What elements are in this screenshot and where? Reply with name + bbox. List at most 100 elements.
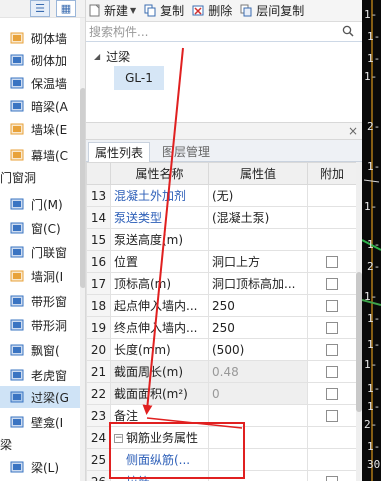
row-number: 26 bbox=[86, 470, 111, 481]
table-row[interactable]: 22 截面面积(m²) 0 bbox=[86, 382, 356, 405]
sidebar-item-strip-hole[interactable]: 带形洞 bbox=[0, 314, 80, 336]
curtain-wall-icon bbox=[10, 149, 24, 161]
table-row[interactable]: 21 截面周长(m) 0.48 bbox=[86, 360, 356, 383]
extra-checkbox[interactable] bbox=[326, 410, 338, 422]
sidebar-item-label: 门联窗 bbox=[31, 245, 68, 260]
strip-window-icon bbox=[10, 295, 24, 307]
table-row[interactable]: 13 混凝土外加剂 (无) bbox=[86, 184, 356, 207]
extra-checkbox[interactable] bbox=[326, 278, 338, 290]
wall-pier-icon bbox=[10, 123, 24, 135]
property-value[interactable] bbox=[208, 228, 308, 251]
nav-group-header[interactable]: 门窗洞 bbox=[0, 168, 80, 188]
component-tree: ◢ 过梁 GL-1 bbox=[86, 42, 362, 122]
close-icon[interactable]: × bbox=[348, 123, 358, 139]
extra-cell bbox=[307, 184, 356, 207]
sidebar-item-curtain-wall[interactable]: 幕墙(C bbox=[0, 144, 80, 166]
sidebar-item-dormer-window[interactable]: 老虎窗 bbox=[0, 364, 80, 386]
property-value[interactable]: 洞口上方 bbox=[208, 250, 308, 273]
property-name-text: 顶标高(m) bbox=[114, 277, 172, 291]
sidebar-item-niche[interactable]: 壁龛(I bbox=[0, 411, 80, 433]
niche-icon bbox=[10, 416, 24, 428]
canvas-label: 1- bbox=[367, 238, 381, 251]
grid-header-extra: 附加 bbox=[307, 162, 356, 185]
new-button[interactable]: 新建 ▼ bbox=[88, 2, 136, 19]
property-name-text: 终点伸入墙内... bbox=[114, 321, 198, 335]
sidebar-item-wall-reinforce[interactable]: 砌体加 bbox=[0, 49, 80, 71]
canvas-label: 1- bbox=[364, 8, 378, 21]
chevron-down-icon: ▼ bbox=[130, 6, 137, 15]
row-number: 25 bbox=[86, 448, 111, 471]
property-value[interactable]: 250 bbox=[208, 294, 308, 317]
canvas-label: 1- bbox=[367, 400, 381, 413]
tab-properties[interactable]: 属性列表 bbox=[88, 142, 151, 162]
door-icon bbox=[10, 198, 24, 210]
table-row[interactable]: 14 泵送类型 (混凝土泵) bbox=[86, 206, 356, 229]
nav-group-header[interactable]: 梁 bbox=[0, 435, 80, 455]
table-row[interactable]: 19 终点伸入墙内... 250 bbox=[86, 316, 356, 339]
panel-divider: × bbox=[86, 122, 362, 140]
table-row[interactable]: 20 长度(mm) (500) bbox=[86, 338, 356, 361]
sidebar-item-beam[interactable]: 梁(L) bbox=[0, 456, 80, 478]
table-row[interactable]: 16 位置 洞口上方 bbox=[86, 250, 356, 273]
floor-copy-button[interactable]: 层间复制 bbox=[240, 2, 304, 19]
sidebar-item-door-window[interactable]: 门联窗 bbox=[0, 241, 80, 263]
extra-cell bbox=[307, 228, 356, 251]
tab-layer-manage[interactable]: 图层管理 bbox=[156, 142, 216, 162]
grid-header-value: 属性值 bbox=[208, 162, 308, 185]
new-button-label: 新建 bbox=[104, 4, 129, 18]
extra-cell bbox=[307, 338, 356, 361]
extra-checkbox[interactable] bbox=[326, 322, 338, 334]
extra-checkbox[interactable] bbox=[326, 256, 338, 268]
wall-reinforce-icon bbox=[10, 54, 24, 66]
tree-leaf-gl1[interactable]: GL-1 bbox=[114, 66, 164, 90]
list-view-icon[interactable]: ☰ bbox=[30, 0, 50, 17]
sidebar-item-window[interactable]: 窗(C) bbox=[0, 217, 80, 239]
property-value[interactable]: 洞口顶标高加... bbox=[208, 272, 308, 295]
sidebar-item-hidden-beam[interactable]: 暗梁(A bbox=[0, 95, 80, 117]
property-value: 0.48 bbox=[208, 360, 308, 383]
tree-node-label: 过梁 bbox=[106, 50, 131, 64]
property-value[interactable]: (无) bbox=[208, 184, 308, 207]
property-name: 终点伸入墙内... bbox=[110, 316, 209, 339]
extra-checkbox[interactable] bbox=[326, 366, 338, 378]
tree-node-lintel[interactable]: ◢ 过梁 bbox=[94, 48, 130, 65]
property-name-text: 位置 bbox=[114, 255, 139, 269]
sidebar-item-bay-window[interactable]: 飘窗( bbox=[0, 339, 80, 361]
property-value[interactable]: (混凝土泵) bbox=[208, 206, 308, 229]
table-row[interactable]: 18 起点伸入墙内... 250 bbox=[86, 294, 356, 317]
search-icon[interactable] bbox=[342, 25, 354, 37]
insulation-wall-icon bbox=[10, 77, 24, 89]
expand-arrow-icon[interactable]: ◢ bbox=[94, 52, 100, 61]
table-row[interactable]: 15 泵送高度(m) bbox=[86, 228, 356, 251]
drawing-canvas[interactable]: 1- 1- 1- 1- 2- 1- 1- 1- 2- 1- 1- 1- 1- 1- 1- 2- 1- 30 bbox=[362, 0, 381, 481]
copy-button[interactable]: 复制 bbox=[144, 2, 184, 19]
extra-checkbox[interactable] bbox=[326, 476, 338, 481]
sidebar-item-wall-pier[interactable]: 墙垛(E bbox=[0, 118, 80, 140]
strip-hole-icon bbox=[10, 319, 24, 331]
sidebar-item-lintel[interactable]: 过梁(G bbox=[0, 386, 80, 408]
extra-checkbox[interactable] bbox=[326, 344, 338, 356]
property-value[interactable]: 250 bbox=[208, 316, 308, 339]
search-input[interactable] bbox=[86, 22, 336, 41]
table-row[interactable]: 17 顶标高(m) 洞口顶标高加... bbox=[86, 272, 356, 295]
extra-checkbox[interactable] bbox=[326, 388, 338, 400]
delete-button[interactable]: 删除 bbox=[192, 2, 232, 19]
extra-cell bbox=[307, 206, 356, 229]
extra-cell bbox=[307, 426, 356, 449]
sidebar-item-door[interactable]: 门(M) bbox=[0, 193, 80, 215]
row-number: 22 bbox=[86, 382, 111, 405]
property-name: 位置 bbox=[110, 250, 209, 273]
lintel-icon bbox=[10, 391, 24, 403]
sidebar-item-wall[interactable]: 砌体墙 bbox=[0, 27, 80, 49]
sidebar-item-label: 壁龛(I bbox=[31, 415, 64, 430]
dormer-window-icon bbox=[10, 369, 24, 381]
extra-checkbox[interactable] bbox=[326, 300, 338, 312]
property-value[interactable]: (500) bbox=[208, 338, 308, 361]
grid-view-icon[interactable]: ▦ bbox=[56, 0, 76, 17]
new-icon bbox=[89, 4, 100, 17]
extra-cell bbox=[307, 272, 356, 295]
sidebar-item-insulation-wall[interactable]: 保温墙 bbox=[0, 72, 80, 94]
annotation-highlight-box bbox=[109, 422, 245, 479]
sidebar-item-wall-hole[interactable]: 墙洞(I bbox=[0, 265, 80, 287]
sidebar-item-strip-window[interactable]: 带形窗 bbox=[0, 290, 80, 312]
